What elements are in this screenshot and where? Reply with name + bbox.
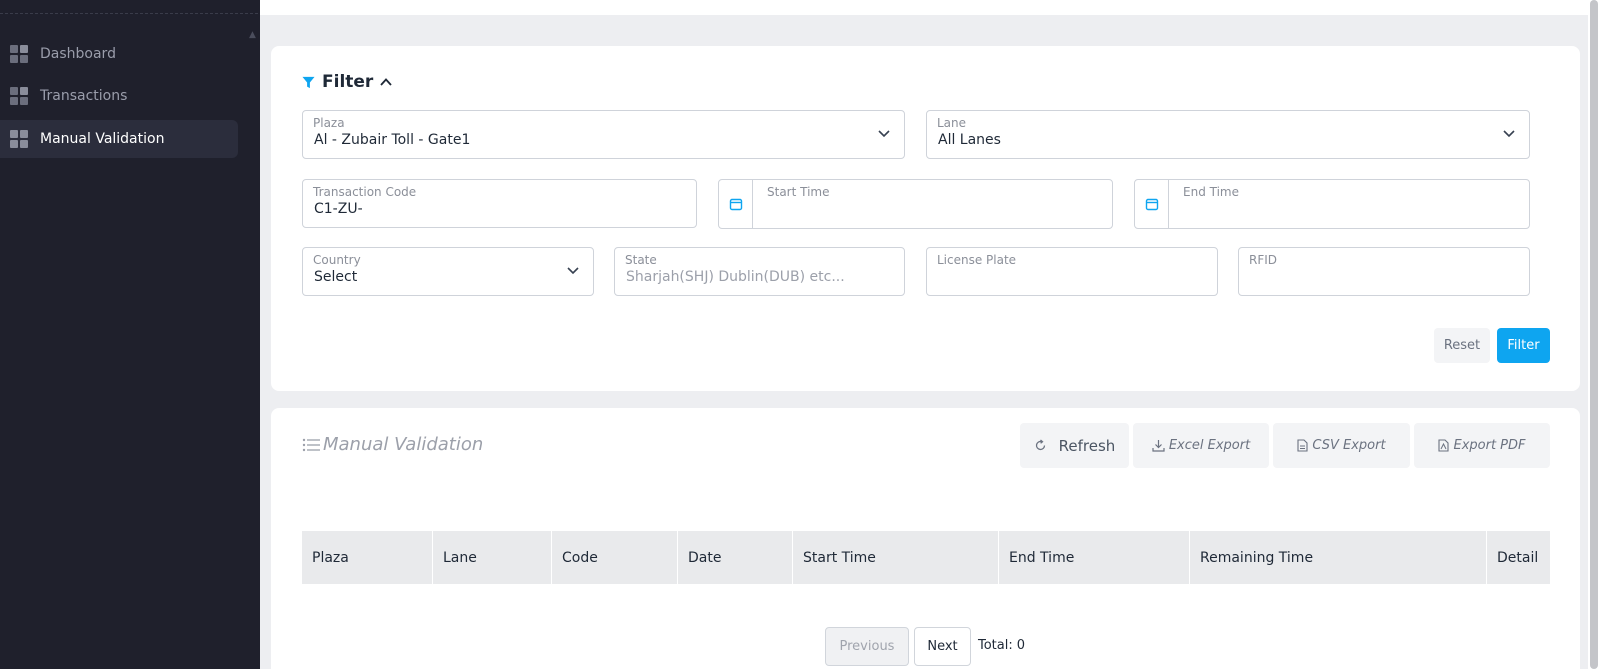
rfid-field[interactable]: RFID bbox=[1238, 247, 1530, 296]
reset-button[interactable]: Reset bbox=[1434, 328, 1490, 363]
refresh-button[interactable]: Refresh bbox=[1020, 423, 1129, 468]
rfid-label: RFID bbox=[1249, 253, 1278, 267]
column-header-date[interactable]: Date bbox=[678, 531, 793, 584]
total-label: Total: bbox=[978, 638, 1013, 653]
end-time-label: End Time bbox=[1183, 185, 1239, 199]
country-label: Country bbox=[313, 253, 361, 267]
total-count: Total: 0 bbox=[978, 638, 1025, 653]
csv-export-label: CSV Export bbox=[1312, 438, 1386, 453]
filter-toggle[interactable]: Filter bbox=[302, 72, 393, 92]
previous-page-button[interactable]: Previous bbox=[825, 627, 909, 666]
country-value: Select bbox=[314, 269, 358, 285]
total-value: 0 bbox=[1016, 638, 1026, 653]
sidebar-item-transactions[interactable]: Transactions bbox=[0, 77, 238, 115]
filter-title: Filter bbox=[322, 72, 374, 92]
sidebar-item-dashboard[interactable]: Dashboard bbox=[0, 35, 238, 73]
lane-value: All Lanes bbox=[938, 132, 1001, 148]
calendar-button[interactable] bbox=[1135, 180, 1169, 228]
sidebar: ▲ Dashboard Transactions Manual Validati… bbox=[0, 0, 260, 669]
list-title: Manual Validation bbox=[323, 434, 484, 455]
plaza-select[interactable]: Plaza Al - Zubair Toll - Gate1 bbox=[302, 110, 905, 159]
download-icon bbox=[1152, 440, 1165, 452]
calendar-icon bbox=[729, 198, 742, 211]
list-icon bbox=[302, 438, 320, 451]
column-header-plaza[interactable]: Plaza bbox=[302, 531, 433, 584]
grid-icon bbox=[10, 130, 28, 148]
state-placeholder: Sharjah(SHJ) Dublin(DUB) etc... bbox=[626, 269, 845, 285]
lane-label: Lane bbox=[937, 116, 967, 130]
state-field[interactable]: State Sharjah(SHJ) Dublin(DUB) etc... bbox=[614, 247, 905, 296]
chevron-down-icon bbox=[567, 267, 579, 275]
grid-icon bbox=[10, 45, 28, 63]
start-time-field[interactable]: Start Time bbox=[718, 179, 1113, 229]
excel-export-label: Excel Export bbox=[1168, 438, 1251, 453]
pdf-export-label: Export PDF bbox=[1453, 438, 1526, 453]
column-header-remaining-time[interactable]: Remaining Time bbox=[1190, 531, 1487, 584]
csv-export-button[interactable]: CSV Export bbox=[1273, 423, 1410, 468]
license-plate-field[interactable]: License Plate bbox=[926, 247, 1218, 296]
table-header: Plaza Lane Code Date Start Time End Time… bbox=[302, 531, 1550, 584]
sidebar-collapse-icon[interactable]: ▲ bbox=[249, 30, 256, 40]
country-select[interactable]: Country Select bbox=[302, 247, 594, 296]
scrollbar-thumb[interactable] bbox=[1590, 0, 1598, 669]
column-header-code[interactable]: Code bbox=[552, 531, 678, 584]
funnel-icon bbox=[302, 76, 315, 88]
top-header-strip bbox=[260, 0, 1590, 15]
next-page-button[interactable]: Next bbox=[914, 627, 971, 666]
start-time-label: Start Time bbox=[767, 185, 830, 199]
plaza-value: Al - Zubair Toll - Gate1 bbox=[314, 132, 471, 148]
grid-icon bbox=[10, 87, 28, 105]
refresh-label: Refresh bbox=[1058, 436, 1116, 455]
column-header-detail[interactable]: Detail bbox=[1487, 531, 1550, 584]
plaza-label: Plaza bbox=[313, 116, 345, 130]
chevron-up-icon bbox=[380, 78, 392, 86]
calendar-button[interactable] bbox=[719, 180, 753, 228]
lane-select[interactable]: Lane All Lanes bbox=[926, 110, 1530, 159]
transaction-code-field[interactable]: Transaction Code C1-ZU- bbox=[302, 179, 697, 228]
file-icon bbox=[1297, 439, 1308, 452]
sidebar-divider bbox=[0, 13, 258, 14]
transaction-code-label: Transaction Code bbox=[313, 185, 417, 199]
chevron-down-icon bbox=[1503, 130, 1515, 138]
column-header-lane[interactable]: Lane bbox=[433, 531, 552, 584]
sidebar-item-label: Transactions bbox=[40, 88, 128, 104]
license-plate-label: License Plate bbox=[937, 253, 1017, 267]
sidebar-item-label: Manual Validation bbox=[40, 131, 165, 147]
refresh-icon bbox=[1035, 439, 1045, 451]
pdf-file-icon bbox=[1438, 439, 1450, 452]
chevron-down-icon bbox=[878, 130, 890, 138]
end-time-field[interactable]: End Time bbox=[1134, 179, 1530, 229]
list-header: Manual Validation bbox=[302, 434, 483, 455]
column-header-end-time[interactable]: End Time bbox=[999, 531, 1190, 584]
pdf-export-button[interactable]: Export PDF bbox=[1414, 423, 1550, 468]
sidebar-item-label: Dashboard bbox=[40, 46, 116, 62]
filter-button[interactable]: Filter bbox=[1497, 328, 1550, 363]
state-label: State bbox=[625, 253, 657, 267]
excel-export-button[interactable]: Excel Export bbox=[1133, 423, 1269, 468]
column-header-start-time[interactable]: Start Time bbox=[793, 531, 999, 584]
transaction-code-value: C1-ZU- bbox=[314, 201, 363, 217]
sidebar-item-manual-validation[interactable]: Manual Validation bbox=[0, 120, 238, 158]
calendar-icon bbox=[1145, 198, 1158, 211]
